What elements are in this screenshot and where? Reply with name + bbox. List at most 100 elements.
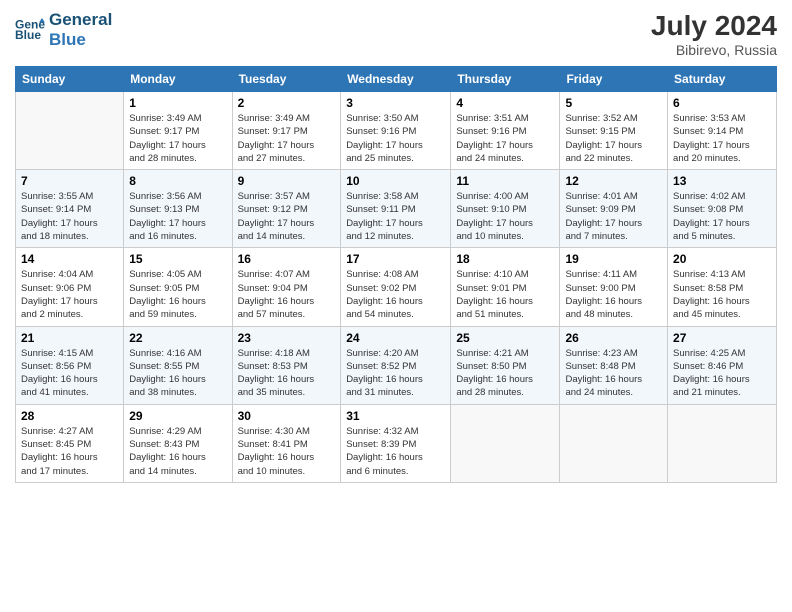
day-number: 31	[346, 409, 445, 423]
logo: General Blue General Blue	[15, 10, 112, 49]
day-info: Sunrise: 4:07 AM Sunset: 9:04 PM Dayligh…	[238, 268, 336, 321]
day-cell: 5 Sunrise: 3:52 AM Sunset: 9:15 PM Daylig…	[560, 92, 668, 170]
day-cell: 28 Sunrise: 4:27 AM Sunset: 8:45 PM Dayli…	[16, 404, 124, 482]
day-number: 15	[129, 252, 226, 266]
day-cell: 2 Sunrise: 3:49 AM Sunset: 9:17 PM Daylig…	[232, 92, 341, 170]
day-cell: 3 Sunrise: 3:50 AM Sunset: 9:16 PM Daylig…	[341, 92, 451, 170]
day-header-thursday: Thursday	[451, 67, 560, 92]
day-number: 1	[129, 96, 226, 110]
day-header-sunday: Sunday	[16, 67, 124, 92]
day-number: 3	[346, 96, 445, 110]
day-cell: 20Sunrise: 4:13 AM Sunset: 8:58 PM Dayli…	[668, 248, 777, 326]
week-row-2: 7 Sunrise: 3:55 AM Sunset: 9:14 PM Daylig…	[16, 170, 777, 248]
day-cell: 26 Sunrise: 4:23 AM Sunset: 8:48 PM Dayli…	[560, 326, 668, 404]
day-info: Sunrise: 4:29 AM Sunset: 8:43 PM Dayligh…	[129, 425, 226, 478]
day-number: 24	[346, 331, 445, 345]
day-cell: 1 Sunrise: 3:49 AM Sunset: 9:17 PM Daylig…	[124, 92, 232, 170]
day-number: 8	[129, 174, 226, 188]
day-info: Sunrise: 4:15 AM Sunset: 8:56 PM Dayligh…	[21, 347, 118, 400]
day-number: 26	[565, 331, 662, 345]
day-cell: 10Sunrise: 3:58 AM Sunset: 9:11 PM Dayli…	[341, 170, 451, 248]
day-cell: 25 Sunrise: 4:21 AM Sunset: 8:50 PM Dayli…	[451, 326, 560, 404]
day-cell: 14 Sunrise: 4:04 AM Sunset: 9:06 PM Dayli…	[16, 248, 124, 326]
day-info: Sunrise: 4:01 AM Sunset: 9:09 PM Dayligh…	[565, 190, 662, 243]
day-number: 11	[456, 174, 554, 188]
day-number: 25	[456, 331, 554, 345]
day-info: Sunrise: 3:52 AM Sunset: 9:15 PM Dayligh…	[565, 112, 662, 165]
day-cell: 8 Sunrise: 3:56 AM Sunset: 9:13 PM Daylig…	[124, 170, 232, 248]
day-cell	[451, 404, 560, 482]
day-cell: 31Sunrise: 4:32 AM Sunset: 8:39 PM Dayli…	[341, 404, 451, 482]
svg-text:Blue: Blue	[15, 28, 41, 42]
day-cell: 4Sunrise: 3:51 AM Sunset: 9:16 PM Daylig…	[451, 92, 560, 170]
day-cell: 7 Sunrise: 3:55 AM Sunset: 9:14 PM Daylig…	[16, 170, 124, 248]
day-cell: 17 Sunrise: 4:08 AM Sunset: 9:02 PM Dayli…	[341, 248, 451, 326]
location-subtitle: Bibirevo, Russia	[651, 42, 777, 58]
day-info: Sunrise: 4:08 AM Sunset: 9:02 PM Dayligh…	[346, 268, 445, 321]
day-info: Sunrise: 4:23 AM Sunset: 8:48 PM Dayligh…	[565, 347, 662, 400]
day-info: Sunrise: 3:49 AM Sunset: 9:17 PM Dayligh…	[238, 112, 336, 165]
day-info: Sunrise: 3:55 AM Sunset: 9:14 PM Dayligh…	[21, 190, 118, 243]
logo-icon: General Blue	[15, 15, 45, 45]
logo-general: General	[49, 10, 112, 30]
day-number: 14	[21, 252, 118, 266]
day-cell: 6Sunrise: 3:53 AM Sunset: 9:14 PM Daylig…	[668, 92, 777, 170]
day-number: 27	[673, 331, 771, 345]
days-header-row: SundayMondayTuesdayWednesdayThursdayFrid…	[16, 67, 777, 92]
day-number: 17	[346, 252, 445, 266]
day-cell: 24Sunrise: 4:20 AM Sunset: 8:52 PM Dayli…	[341, 326, 451, 404]
day-number: 21	[21, 331, 118, 345]
day-number: 6	[673, 96, 771, 110]
day-number: 19	[565, 252, 662, 266]
day-number: 7	[21, 174, 118, 188]
day-number: 9	[238, 174, 336, 188]
day-header-friday: Friday	[560, 67, 668, 92]
month-year-title: July 2024	[651, 10, 777, 42]
day-info: Sunrise: 4:05 AM Sunset: 9:05 PM Dayligh…	[129, 268, 226, 321]
day-cell: 23 Sunrise: 4:18 AM Sunset: 8:53 PM Dayli…	[232, 326, 341, 404]
day-cell: 21 Sunrise: 4:15 AM Sunset: 8:56 PM Dayli…	[16, 326, 124, 404]
title-area: July 2024 Bibirevo, Russia	[651, 10, 777, 58]
week-row-4: 21 Sunrise: 4:15 AM Sunset: 8:56 PM Dayli…	[16, 326, 777, 404]
day-info: Sunrise: 4:25 AM Sunset: 8:46 PM Dayligh…	[673, 347, 771, 400]
day-number: 22	[129, 331, 226, 345]
day-info: Sunrise: 4:30 AM Sunset: 8:41 PM Dayligh…	[238, 425, 336, 478]
day-header-saturday: Saturday	[668, 67, 777, 92]
day-info: Sunrise: 3:57 AM Sunset: 9:12 PM Dayligh…	[238, 190, 336, 243]
day-number: 13	[673, 174, 771, 188]
day-header-tuesday: Tuesday	[232, 67, 341, 92]
calendar-table: SundayMondayTuesdayWednesdayThursdayFrid…	[15, 66, 777, 483]
day-number: 28	[21, 409, 118, 423]
day-cell	[16, 92, 124, 170]
day-info: Sunrise: 3:50 AM Sunset: 9:16 PM Dayligh…	[346, 112, 445, 165]
day-info: Sunrise: 4:04 AM Sunset: 9:06 PM Dayligh…	[21, 268, 118, 321]
day-number: 20	[673, 252, 771, 266]
day-number: 5	[565, 96, 662, 110]
day-info: Sunrise: 3:56 AM Sunset: 9:13 PM Dayligh…	[129, 190, 226, 243]
day-cell: 12 Sunrise: 4:01 AM Sunset: 9:09 PM Dayli…	[560, 170, 668, 248]
day-number: 30	[238, 409, 336, 423]
day-info: Sunrise: 4:21 AM Sunset: 8:50 PM Dayligh…	[456, 347, 554, 400]
day-info: Sunrise: 4:27 AM Sunset: 8:45 PM Dayligh…	[21, 425, 118, 478]
day-cell: 30 Sunrise: 4:30 AM Sunset: 8:41 PM Dayli…	[232, 404, 341, 482]
logo-blue: Blue	[49, 30, 112, 50]
day-cell: 9 Sunrise: 3:57 AM Sunset: 9:12 PM Daylig…	[232, 170, 341, 248]
day-header-wednesday: Wednesday	[341, 67, 451, 92]
calendar-page: General Blue General Blue July 2024 Bibi…	[0, 0, 792, 612]
day-info: Sunrise: 3:58 AM Sunset: 9:11 PM Dayligh…	[346, 190, 445, 243]
day-number: 18	[456, 252, 554, 266]
day-info: Sunrise: 4:18 AM Sunset: 8:53 PM Dayligh…	[238, 347, 336, 400]
day-info: Sunrise: 4:11 AM Sunset: 9:00 PM Dayligh…	[565, 268, 662, 321]
day-cell: 29 Sunrise: 4:29 AM Sunset: 8:43 PM Dayli…	[124, 404, 232, 482]
day-cell: 15 Sunrise: 4:05 AM Sunset: 9:05 PM Dayli…	[124, 248, 232, 326]
day-cell: 27 Sunrise: 4:25 AM Sunset: 8:46 PM Dayli…	[668, 326, 777, 404]
day-number: 29	[129, 409, 226, 423]
day-number: 2	[238, 96, 336, 110]
day-info: Sunrise: 3:49 AM Sunset: 9:17 PM Dayligh…	[129, 112, 226, 165]
day-cell: 18Sunrise: 4:10 AM Sunset: 9:01 PM Dayli…	[451, 248, 560, 326]
week-row-3: 14 Sunrise: 4:04 AM Sunset: 9:06 PM Dayli…	[16, 248, 777, 326]
day-number: 12	[565, 174, 662, 188]
day-header-monday: Monday	[124, 67, 232, 92]
day-number: 23	[238, 331, 336, 345]
day-info: Sunrise: 4:00 AM Sunset: 9:10 PM Dayligh…	[456, 190, 554, 243]
